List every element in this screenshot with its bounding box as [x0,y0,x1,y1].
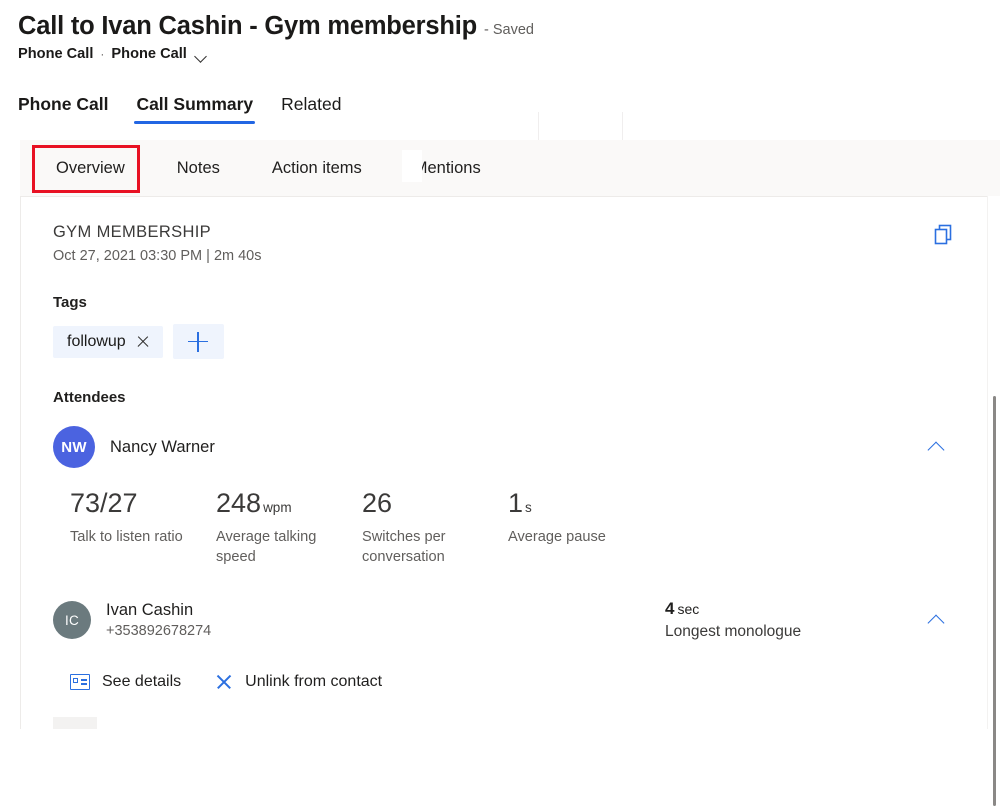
tab-call-summary[interactable]: Call Summary [122,94,267,124]
title-row: Call to Ivan Cashin - Gym membership - S… [18,12,1000,41]
chevron-down-icon[interactable] [194,48,210,64]
metric-label: Talk to listen ratio [70,528,206,548]
metric-longest-monologue: 4sec Longest monologue [665,599,865,641]
metric-label: Average pause [508,528,644,548]
subtab-notes-label: Notes [177,159,220,177]
contact-card-icon [70,674,90,690]
attendee-info: Ivan Cashin +353892678274 [106,601,211,639]
tag-chip-followup[interactable]: followup [53,326,163,358]
unlink-from-contact-button[interactable]: Unlink from contact [215,673,382,691]
metric-average-pause: 1s Average pause [508,490,654,567]
metric-avg-talking-speed: 248wpm Average talking speed [216,490,362,567]
chevron-up-icon[interactable] [926,612,948,628]
metric-label: Switches per conversation [362,528,498,567]
sub-tab-bar: Overview Notes Action items Mentions [20,140,1000,196]
subtab-action-items-label: Action items [272,159,362,177]
unlink-x-icon [215,673,233,691]
avatar: IC [53,601,91,639]
metric-number: 1 [508,488,523,518]
call-subject: GYM MEMBERSHIP [53,223,968,242]
attendees-section-label: Attendees [53,389,968,406]
metric-label: Average talking speed [216,528,352,567]
call-summary-panel: GYM MEMBERSHIP Oct 27, 2021 03:30 PM | 2… [20,196,1000,729]
scrollbar-thumb[interactable] [993,396,996,806]
metric-unit: sec [677,601,699,617]
metric-value: 4sec [665,599,865,619]
call-summary-content: GYM MEMBERSHIP Oct 27, 2021 03:30 PM | 2… [21,197,1000,691]
metric-number: 73/27 [70,488,138,518]
metric-value: 26 [362,490,498,517]
tab-related[interactable]: Related [267,94,355,124]
attendee-row: IC Ivan Cashin +353892678274 4sec Longes… [53,601,968,639]
plus-icon [188,332,208,352]
copy-icon[interactable] [928,219,962,253]
page-title: Call to Ivan Cashin - Gym membership [18,12,477,41]
attendee-metrics: 73/27 Talk to listen ratio 248wpm Averag… [53,490,968,567]
metric-label: Longest monologue [665,623,865,641]
metric-switches-per-conversation: 26 Switches per conversation [362,490,508,567]
breadcrumb-record-type: Phone Call [111,46,186,62]
tags-row: followup [53,324,968,359]
call-datetime-duration: Oct 27, 2021 03:30 PM | 2m 40s [53,248,968,264]
bottom-partial-element [53,717,97,729]
subtab-overview-label: Overview [56,159,125,177]
chevron-up-icon[interactable] [926,439,948,455]
breadcrumb-entity: Phone Call [18,46,93,62]
see-details-button[interactable]: See details [70,673,181,691]
avatar-initials: NW [61,439,87,456]
metric-value: 73/27 [70,490,206,517]
record-header: Call to Ivan Cashin - Gym membership - S… [0,0,1000,62]
tag-label: followup [67,333,126,351]
metric-value: 1s [508,490,644,517]
attendee-phone: +353892678274 [106,623,211,639]
panel-scrollbar[interactable] [987,196,1000,729]
avatar: NW [53,426,95,468]
subtab-overview[interactable]: Overview [38,159,151,178]
metric-unit: s [525,500,532,515]
metric-value: 248wpm [216,490,352,517]
close-icon[interactable] [136,335,150,349]
mentions-indicator [402,150,422,182]
subtab-mentions-label: Mentions [414,159,481,177]
header-divider-1 [538,112,539,140]
main-tab-bar: Phone Call Call Summary Related [0,84,1000,124]
attendee-name: Ivan Cashin [106,601,211,620]
saved-status: - Saved [484,22,534,38]
add-tag-button[interactable] [173,324,224,359]
subtab-action-items[interactable]: Action items [246,159,388,178]
attendee-name: Nancy Warner [110,438,215,457]
metric-number: 248 [216,488,261,518]
tab-related-label: Related [281,94,341,114]
tags-section-label: Tags [53,294,968,311]
tab-call-summary-label: Call Summary [136,94,253,114]
metric-unit: wpm [263,500,292,515]
subtab-notes[interactable]: Notes [151,159,246,178]
tab-phone-call[interactable]: Phone Call [18,94,122,124]
attendee-row: NW Nancy Warner [53,426,968,468]
metric-number: 26 [362,488,392,518]
breadcrumb-separator: · [100,47,104,61]
contact-actions: See details Unlink from contact [53,673,968,691]
metric-number: 4 [665,599,674,618]
tab-phone-call-label: Phone Call [18,94,108,114]
metric-talk-to-listen: 73/27 Talk to listen ratio [70,490,216,567]
unlink-label: Unlink from contact [245,673,382,691]
avatar-initials: IC [65,613,79,628]
breadcrumb: Phone Call · Phone Call [18,46,1000,62]
see-details-label: See details [102,673,181,691]
header-divider-2 [622,112,623,140]
